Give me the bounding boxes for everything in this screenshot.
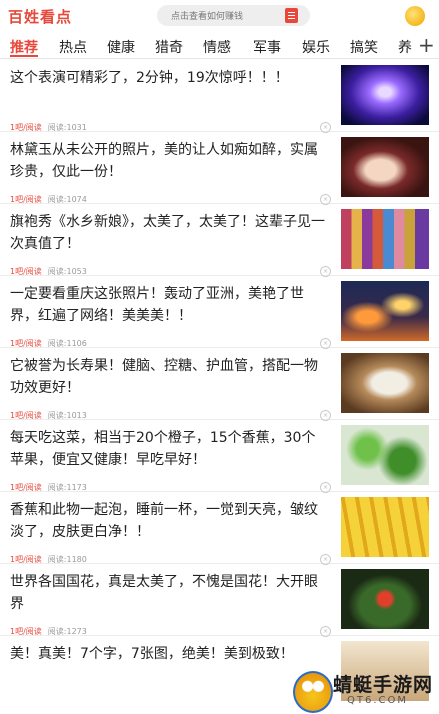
item-thumbnail[interactable] (341, 137, 429, 197)
coin-icon[interactable] (405, 6, 425, 26)
watermark-url: QT6.COM (347, 695, 409, 706)
list-item[interactable]: 这个表演可精彩了，2分钟，19次惊呼！！！ 1吧/阅读 阅读:1031 × (0, 59, 439, 133)
search-placeholder: 点击查看如何赚钱 (171, 12, 244, 22)
tab-funny[interactable]: 搞笑 (350, 37, 378, 57)
item-title[interactable]: 世界各国国花，真是太美了，不愧是国花！大开眼界 (10, 571, 328, 615)
item-title[interactable]: 这个表演可精彩了，2分钟，19次惊呼！！！ (10, 67, 328, 89)
item-thumbnail[interactable] (341, 209, 429, 269)
tab-recommend[interactable]: 推荐 (10, 37, 38, 57)
tab-military[interactable]: 军事 (253, 37, 281, 57)
tab-emotion[interactable]: 情感 (203, 37, 231, 57)
item-thumbnail[interactable] (341, 353, 429, 413)
item-title[interactable]: 香蕉和此物一起泡，睡前一杯，一觉到天亮，皱纹淡了，皮肤更白净！！ (10, 499, 328, 543)
item-title[interactable]: 每天吃这菜，相当于20个橙子，15个香蕉，30个苹果，便宜又健康！早吃早好！ (10, 427, 328, 471)
tab-health[interactable]: 健康 (107, 37, 135, 57)
app-header: 百姓看点 点击查看如何赚钱 (0, 0, 439, 32)
app-logo[interactable]: 百姓看点 (8, 6, 72, 27)
list-item[interactable]: 每天吃这菜，相当于20个橙子，15个香蕉，30个苹果，便宜又健康！早吃早好！ 1… (0, 419, 439, 493)
item-title[interactable]: 林黛玉从未公开的照片，美的让人如痴如醉，实属珍贵，仅此一份！ (10, 139, 328, 183)
list-item[interactable]: 一定要看重庆这张照片！轰动了亚洲，美艳了世界，红遍了网络！美美美！！ 1吧/阅读… (0, 275, 439, 349)
search-bar[interactable]: 点击查看如何赚钱 (157, 5, 310, 26)
add-tab-icon[interactable]: + (418, 33, 435, 57)
watermark-name: 蜻蜓手游网 (333, 674, 434, 696)
item-thumbnail[interactable] (341, 425, 429, 485)
list-item[interactable]: 世界各国国花，真是太美了，不愧是国花！大开眼界 1吧/阅读 阅读:1273 × (0, 563, 439, 637)
dragonfly-logo-icon (293, 671, 333, 713)
list-item[interactable]: 旗袍秀《水乡新娘》，太美了，太美了！这辈子见一次真值了！ 1吧/阅读 阅读:105… (0, 203, 439, 277)
item-thumbnail[interactable] (341, 569, 429, 629)
item-title[interactable]: 美！真美！7个字，7张图，绝美！美到极致！ (10, 643, 328, 665)
item-title[interactable]: 旗袍秀《水乡新娘》，太美了，太美了！这辈子见一次真值了！ (10, 211, 328, 255)
category-tabs: 推荐 热点 健康 猎奇 情感 军事 娱乐 搞笑 养 + (0, 32, 439, 59)
list-item[interactable]: 林黛玉从未公开的照片，美的让人如痴如醉，实属珍贵，仅此一份！ 1吧/阅读 阅读:1… (0, 131, 439, 205)
list-item[interactable]: 它被誉为长寿果！健脑、控糖、护血管，搭配一物功效更好！ 1吧/阅读 阅读:1013… (0, 347, 439, 421)
tab-wellness[interactable]: 养 (398, 37, 412, 57)
search-icon[interactable] (285, 8, 298, 23)
item-thumbnail[interactable] (341, 65, 429, 125)
tab-entertainment[interactable]: 娱乐 (302, 37, 330, 57)
item-thumbnail[interactable] (341, 497, 429, 557)
active-tab-indicator (10, 55, 38, 57)
site-watermark: 蜻蜓手游网 QT6.COM (287, 667, 439, 714)
item-title[interactable]: 一定要看重庆这张照片！轰动了亚洲，美艳了世界，红遍了网络！美美美！！ (10, 283, 328, 327)
list-item[interactable]: 香蕉和此物一起泡，睡前一杯，一觉到天亮，皱纹淡了，皮肤更白净！！ 1吧/阅读 阅读… (0, 491, 439, 565)
tab-hot[interactable]: 热点 (59, 37, 87, 57)
tab-curious[interactable]: 猎奇 (155, 37, 183, 57)
item-title[interactable]: 它被誉为长寿果！健脑、控糖、护血管，搭配一物功效更好！ (10, 355, 328, 399)
item-thumbnail[interactable] (341, 281, 429, 341)
